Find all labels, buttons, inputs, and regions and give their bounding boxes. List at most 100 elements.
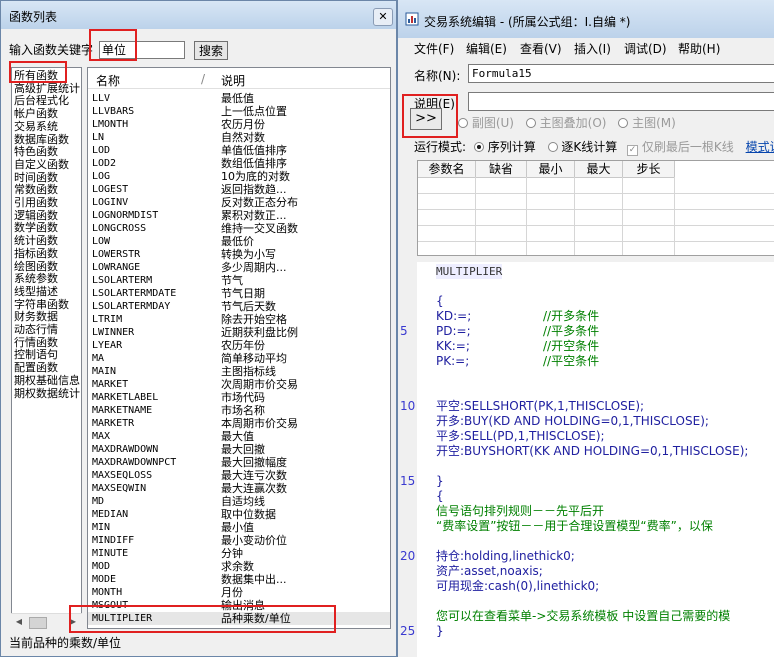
category-item[interactable]: 常数函数 bbox=[14, 184, 58, 196]
function-row[interactable]: MARKET 次周期市价交易 bbox=[88, 378, 390, 391]
function-row[interactable]: LMONTH 农历月份 bbox=[88, 118, 390, 131]
param-col-name[interactable]: 参数名 bbox=[418, 161, 476, 178]
function-row[interactable]: MA 简单移动平均 bbox=[88, 352, 390, 365]
category-item[interactable]: 绘图函数 bbox=[14, 260, 58, 273]
category-item[interactable]: 后台程式化 bbox=[14, 95, 69, 107]
function-row[interactable]: LOGNORMDIST 累积对数正... bbox=[88, 209, 390, 222]
function-row[interactable]: LLV 最低值 bbox=[88, 92, 390, 105]
category-item[interactable]: 统计函数 bbox=[14, 235, 58, 247]
function-row[interactable]: LOG 10为底的对数 bbox=[88, 170, 390, 183]
category-item[interactable]: 数据库函数 bbox=[14, 133, 69, 146]
function-row[interactable]: LOGEST 返回指数趋... bbox=[88, 183, 390, 196]
function-row[interactable]: LSOLARTERM 节气 bbox=[88, 274, 390, 287]
function-row[interactable]: LTRIM 除去开始空格 bbox=[88, 313, 390, 326]
function-row[interactable]: MEDIAN 取中位数据 bbox=[88, 508, 390, 521]
function-row[interactable]: MARKETLABEL 市场代码 bbox=[88, 391, 390, 404]
category-item[interactable]: 高级扩展统计 bbox=[14, 82, 80, 95]
category-item[interactable]: 自定义函数 bbox=[14, 158, 69, 171]
function-row[interactable]: LOWERSTR 转换为小写 bbox=[88, 248, 390, 261]
function-row[interactable]: LOD2 数组低值排序 bbox=[88, 157, 390, 170]
function-row[interactable]: LYEAR 农历年份 bbox=[88, 339, 390, 352]
dialog-titlebar[interactable]: 函数列表 ✕ bbox=[1, 1, 396, 29]
category-item[interactable]: 系统参数 bbox=[14, 273, 58, 285]
function-row[interactable]: MAX 最大值 bbox=[88, 430, 390, 443]
function-row[interactable]: MONTH 月份 bbox=[88, 586, 390, 599]
category-item[interactable]: 交易系统 bbox=[14, 120, 58, 133]
function-row[interactable]: MIN 最小值 bbox=[88, 521, 390, 534]
menu-view[interactable]: 查看(V) bbox=[520, 40, 562, 57]
param-grid[interactable]: 参数名 缺省 最小 最大 步长 bbox=[417, 160, 774, 256]
function-row[interactable]: MAXSEQWIN 最大连赢次数 bbox=[88, 482, 390, 495]
function-row[interactable]: MAIN 主图指标线 bbox=[88, 365, 390, 378]
category-item[interactable]: 线型描述 bbox=[14, 285, 58, 298]
param-col-min[interactable]: 最小 bbox=[527, 161, 575, 178]
function-row[interactable]: MINDIFF 最小变动价位 bbox=[88, 534, 390, 547]
function-row[interactable]: LSOLARTERMDATE 节气日期 bbox=[88, 287, 390, 300]
category-list[interactable]: 所有函数 高级扩展统计 后台程式化 帐户函数 交易系统 数据库函数 特色函数 自定义函数 时间函… bbox=[11, 67, 82, 629]
formula-editor-window: 交易系统编辑 - (所属公式组：I.自编 *) 文件(F) 编辑(E) 查看(V… bbox=[397, 0, 774, 657]
code-editor[interactable]: MULTIPLIER{KD:=;//开多条件 PD:=;//平多条件 KK:=;//… bbox=[417, 262, 774, 657]
name-field[interactable]: Formula15 bbox=[468, 64, 774, 83]
category-item[interactable]: 帐户函数 bbox=[14, 108, 58, 120]
function-row[interactable]: MOD 求余数 bbox=[88, 560, 390, 573]
category-item[interactable]: 配置函数 bbox=[14, 362, 58, 374]
scroll-left-icon[interactable]: ◀ bbox=[13, 616, 25, 628]
category-item[interactable]: 引用函数 bbox=[14, 197, 58, 209]
function-row[interactable]: LOW 最低价 bbox=[88, 235, 390, 248]
scroll-thumb[interactable] bbox=[29, 617, 47, 629]
function-row[interactable]: LLVBARS 上一低点位置 bbox=[88, 105, 390, 118]
menu-debug[interactable]: 调试(D) bbox=[624, 40, 667, 57]
radio-main-chart-label: 主图(M) bbox=[632, 116, 676, 130]
function-row[interactable]: MAXDRAWDOWNPCT 最大回撤幅度 bbox=[88, 456, 390, 469]
category-item[interactable]: 行情函数 bbox=[14, 336, 58, 349]
editor-titlebar[interactable]: 交易系统编辑 - (所属公式组：I.自编 *) bbox=[398, 0, 774, 38]
function-row[interactable]: MARKETNAME 市场名称 bbox=[88, 404, 390, 417]
radio-bar-calc[interactable] bbox=[547, 142, 558, 152]
category-item[interactable]: 控制语句 bbox=[14, 349, 58, 361]
desc-field[interactable] bbox=[468, 92, 774, 111]
close-icon[interactable]: ✕ bbox=[373, 8, 393, 26]
radio-main-overlay[interactable] bbox=[525, 118, 536, 128]
category-item[interactable]: 动态行情 bbox=[14, 324, 58, 336]
category-item[interactable]: 逻辑函数 bbox=[14, 209, 58, 222]
category-item[interactable]: 字符串函数 bbox=[14, 298, 69, 311]
menu-edit[interactable]: 编辑(E) bbox=[466, 40, 507, 57]
function-row[interactable]: MODE 数据集中出... bbox=[88, 573, 390, 586]
function-row[interactable]: MAXSEQLOSS 最大连亏次数 bbox=[88, 469, 390, 482]
function-row[interactable]: MARKETR 本周期市价交易 bbox=[88, 417, 390, 430]
category-item[interactable]: 期权数据统计 bbox=[14, 387, 80, 400]
function-row[interactable]: LOD 单值低值排序 bbox=[88, 144, 390, 157]
function-row[interactable]: MINUTE 分钟 bbox=[88, 547, 390, 560]
radio-main-chart[interactable] bbox=[618, 118, 629, 128]
template-help-link[interactable]: 模式说 bbox=[746, 140, 774, 154]
function-row[interactable]: MD 自适均线 bbox=[88, 495, 390, 508]
function-row[interactable]: LN 自然对数 bbox=[88, 131, 390, 144]
category-item[interactable]: 指标函数 bbox=[14, 247, 58, 260]
category-item[interactable]: 期权基础信息 bbox=[14, 374, 80, 387]
param-col-default[interactable]: 缺省 bbox=[476, 161, 527, 178]
function-row[interactable]: LOGINV 反对数正态分布 bbox=[88, 196, 390, 209]
function-row[interactable]: LSOLARTERMDAY 节气后天数 bbox=[88, 300, 390, 313]
function-row[interactable]: MAXDRAWDOWN 最大回撤 bbox=[88, 443, 390, 456]
menu-file[interactable]: 文件(F) bbox=[414, 40, 454, 57]
col-name-header[interactable]: 名称 bbox=[96, 72, 120, 89]
radio-sequence-calc[interactable] bbox=[473, 142, 484, 152]
function-list[interactable]: 名称 / 说明 LLV 最低值 LLVBARS 上一低点位置 LMONTH 农历月份 LN 自… bbox=[87, 67, 391, 629]
function-row[interactable]: LONGCROSS 维持一交叉函数 bbox=[88, 222, 390, 235]
col-desc-header[interactable]: 说明 bbox=[221, 72, 245, 89]
radio-sub-chart[interactable] bbox=[458, 118, 468, 128]
only-last-bar-checkbox[interactable]: ✓ bbox=[627, 145, 639, 156]
category-item[interactable]: 时间函数 bbox=[14, 171, 58, 184]
function-name: MAXSEQLOSS bbox=[92, 470, 153, 481]
line-number: 10 bbox=[400, 399, 416, 413]
category-item[interactable]: 数学函数 bbox=[14, 222, 58, 234]
function-row[interactable]: LWINNER 近期获利盘比例 bbox=[88, 326, 390, 339]
menu-help[interactable]: 帮助(H) bbox=[678, 40, 720, 57]
menu-insert[interactable]: 插入(I) bbox=[574, 40, 611, 57]
function-row[interactable]: LOWRANGE 多少周期内... bbox=[88, 261, 390, 274]
category-item[interactable]: 特色函数 bbox=[14, 146, 58, 158]
category-item[interactable]: 财务数据 bbox=[14, 311, 58, 323]
param-col-max[interactable]: 最大 bbox=[575, 161, 623, 178]
search-button[interactable]: 搜索 bbox=[194, 41, 228, 60]
param-col-step[interactable]: 步长 bbox=[623, 161, 675, 178]
